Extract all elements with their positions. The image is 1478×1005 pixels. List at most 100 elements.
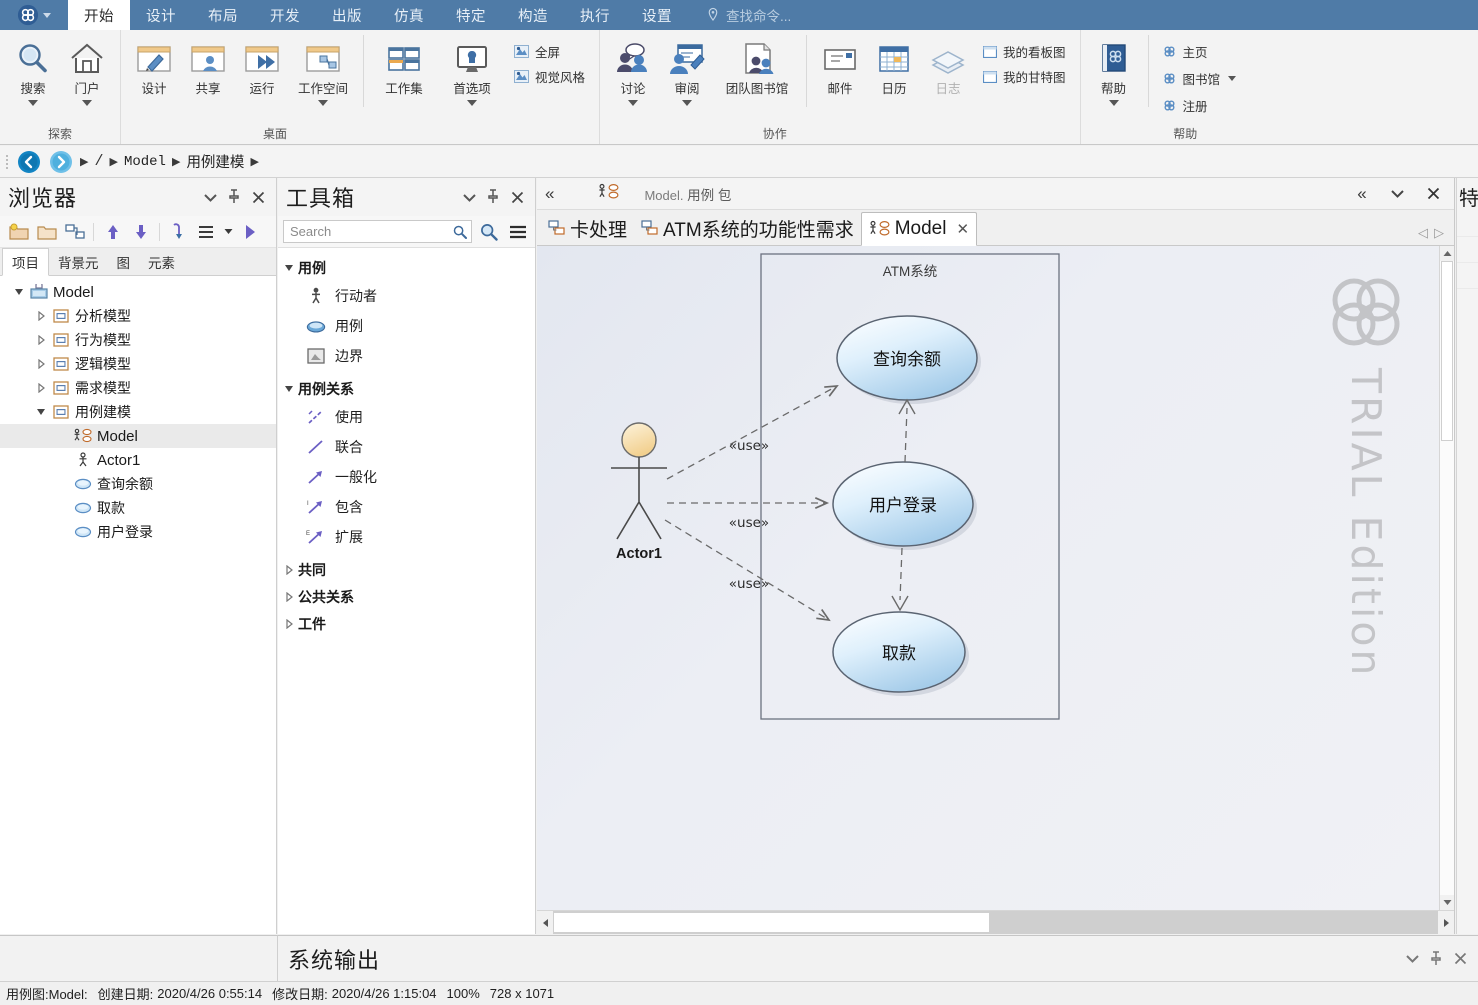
status-zoom-level[interactable]: 100% bbox=[447, 986, 480, 1001]
ribbon-item-my-gantt[interactable]: 我的甘特图 bbox=[980, 66, 1069, 87]
usecase-shape-query-balance[interactable]: 查询余额 bbox=[836, 315, 978, 401]
ribbon-button-review[interactable]: 审阅 bbox=[661, 35, 713, 106]
connector-login-to-query-balance[interactable] bbox=[898, 398, 916, 463]
open-folder-icon[interactable] bbox=[34, 220, 59, 244]
ribbon-button-workset[interactable]: 工作集 bbox=[371, 35, 437, 96]
ribbon-button-portal[interactable]: 门户 bbox=[61, 35, 113, 106]
ribbon-tab-execute[interactable]: 执行 bbox=[564, 0, 626, 30]
ribbon-tab-publish[interactable]: 出版 bbox=[316, 0, 378, 30]
tree-node-model-root[interactable]: Model bbox=[0, 280, 276, 304]
twisty-expanded-icon[interactable] bbox=[32, 407, 50, 417]
twisty-expanded-icon[interactable] bbox=[10, 287, 28, 297]
chevron-down-icon[interactable] bbox=[1228, 76, 1237, 81]
connector-actor-to-withdraw[interactable]: «use» bbox=[664, 519, 831, 622]
ribbon-button-run[interactable]: 运行 bbox=[236, 35, 288, 96]
chevron-down-icon[interactable] bbox=[82, 100, 92, 106]
toolbox-item-associate[interactable]: 联合 bbox=[278, 432, 535, 462]
ribbon-tab-settings[interactable]: 设置 bbox=[626, 0, 688, 30]
ribbon-button-preferences[interactable]: 首选项 bbox=[439, 35, 505, 106]
browser-tab-project[interactable]: 项目 bbox=[2, 248, 49, 276]
right-panel-row[interactable] bbox=[1457, 211, 1478, 237]
panel-close-button[interactable] bbox=[246, 185, 270, 209]
scrollbar-track[interactable] bbox=[1440, 261, 1454, 895]
tree-node-model-diagram[interactable]: Model bbox=[0, 424, 276, 448]
toolbox-search-input[interactable]: Search bbox=[283, 220, 472, 243]
chevron-down-icon[interactable] bbox=[467, 100, 477, 106]
breadcrumb-root[interactable]: / bbox=[94, 153, 103, 170]
ribbon-item-homepage[interactable]: 主页 bbox=[1159, 41, 1240, 62]
right-panel-row[interactable] bbox=[1457, 237, 1478, 263]
twisty-collapsed-icon[interactable] bbox=[32, 359, 50, 369]
collapse-left-icon[interactable]: « bbox=[545, 184, 555, 204]
select-element-icon[interactable] bbox=[166, 220, 191, 244]
tree-node-behavior-model[interactable]: 行为模型 bbox=[0, 328, 276, 352]
breadcrumb-item-model[interactable]: Model bbox=[124, 154, 166, 170]
scroll-left-icon[interactable] bbox=[537, 911, 553, 934]
twisty-collapsed-icon[interactable] bbox=[32, 383, 50, 393]
diagram-canvas[interactable]: TRIAL Edition ATM系统 Actor1 查询余额 用户登录 取款 … bbox=[537, 246, 1439, 910]
toolbox-item-include[interactable]: I 包含 bbox=[278, 492, 535, 522]
scrollbar-track[interactable] bbox=[553, 911, 1438, 934]
chevron-down-icon[interactable] bbox=[222, 220, 234, 244]
tree-node-analysis-model[interactable]: 分析模型 bbox=[0, 304, 276, 328]
tree-node-user-login[interactable]: 用户登录 bbox=[0, 520, 276, 544]
ribbon-tab-develop[interactable]: 开发 bbox=[254, 0, 316, 30]
chevron-down-icon[interactable] bbox=[682, 100, 693, 106]
ribbon-tab-specialize[interactable]: 特定 bbox=[440, 0, 502, 30]
connector-login-to-withdraw[interactable] bbox=[891, 547, 909, 612]
ribbon-button-help[interactable]: 帮助 bbox=[1088, 35, 1140, 106]
ribbon-tab-start[interactable]: 开始 bbox=[68, 0, 130, 30]
ribbon-item-library[interactable]: 图书馆 bbox=[1159, 68, 1240, 89]
forward-arrow-icon[interactable] bbox=[48, 149, 74, 175]
tab-scroll-left-icon[interactable]: ◁ bbox=[1418, 225, 1428, 241]
diagram-tab-atm-requirements[interactable]: ATM系统的功能性需求 bbox=[634, 211, 861, 245]
twisty-collapsed-icon[interactable] bbox=[32, 335, 50, 345]
ribbon-tab-design[interactable]: 设计 bbox=[130, 0, 192, 30]
tab-scroll-right-icon[interactable]: ▷ bbox=[1434, 225, 1444, 241]
scrollbar-thumb[interactable] bbox=[553, 912, 990, 933]
ribbon-button-share[interactable]: 共享 bbox=[182, 35, 234, 96]
browser-tab-element[interactable]: 元素 bbox=[139, 248, 184, 275]
ribbon-button-search[interactable]: 搜索 bbox=[7, 35, 59, 106]
toolbox-item-boundary[interactable]: 边界 bbox=[278, 341, 535, 371]
chevron-down-icon[interactable] bbox=[628, 100, 639, 106]
scroll-right-icon[interactable] bbox=[1438, 911, 1454, 934]
panel-close-button[interactable] bbox=[1448, 947, 1472, 971]
diagram-tab-card-processing[interactable]: 卡处理 bbox=[541, 211, 634, 245]
connector-actor-to-query-balance[interactable]: «use» bbox=[666, 385, 839, 480]
actor-shape[interactable]: Actor1 bbox=[611, 422, 667, 562]
panel-menu-button[interactable] bbox=[1384, 182, 1410, 206]
right-panel-row[interactable] bbox=[1457, 263, 1478, 289]
panel-menu-button[interactable] bbox=[198, 185, 222, 209]
collapse-right-icon[interactable]: « bbox=[1348, 182, 1374, 206]
tree-node-query-balance[interactable]: 查询余额 bbox=[0, 472, 276, 496]
toolbox-group-artifact[interactable]: 工件 bbox=[278, 610, 535, 637]
right-docked-panel[interactable]: 特 bbox=[1456, 178, 1478, 934]
breadcrumb-item-usecase-modeling[interactable]: 用例建模 bbox=[186, 151, 244, 172]
ribbon-item-visual-style[interactable]: 视觉风格 bbox=[511, 66, 588, 87]
panel-pin-button[interactable] bbox=[222, 185, 246, 209]
new-package-icon[interactable] bbox=[6, 220, 31, 244]
ribbon-button-discuss[interactable]: 讨论 bbox=[607, 35, 659, 106]
tree-node-withdraw[interactable]: 取款 bbox=[0, 496, 276, 520]
ribbon-item-register[interactable]: 注册 bbox=[1159, 95, 1240, 116]
browser-tab-context[interactable]: 背景元 bbox=[49, 248, 108, 275]
ribbon-button-journal[interactable]: 日志 bbox=[922, 35, 974, 96]
scroll-down-icon[interactable] bbox=[1440, 895, 1454, 910]
toolbox-menu-button[interactable] bbox=[505, 220, 530, 244]
ribbon-tab-construct[interactable]: 构造 bbox=[502, 0, 564, 30]
tree-node-logical-model[interactable]: 逻辑模型 bbox=[0, 352, 276, 376]
toolbox-group-common[interactable]: 共同 bbox=[278, 556, 535, 583]
application-menu-button[interactable] bbox=[0, 0, 68, 30]
connector-actor-to-user-login[interactable]: «use» bbox=[667, 497, 830, 531]
browser-tab-diagram[interactable]: 图 bbox=[108, 248, 140, 275]
panel-menu-button[interactable] bbox=[457, 185, 481, 209]
scroll-up-icon[interactable] bbox=[1440, 246, 1454, 261]
back-arrow-icon[interactable] bbox=[16, 149, 42, 175]
toolbox-group-usecase[interactable]: 用例 bbox=[278, 254, 535, 281]
toolbox-item-usecase[interactable]: 用例 bbox=[278, 311, 535, 341]
new-diagram-icon[interactable] bbox=[62, 220, 87, 244]
scrollbar-thumb[interactable] bbox=[1441, 261, 1453, 441]
tree-node-actor1[interactable]: Actor1 bbox=[0, 448, 276, 472]
toolbox-item-use[interactable]: 使用 bbox=[278, 402, 535, 432]
